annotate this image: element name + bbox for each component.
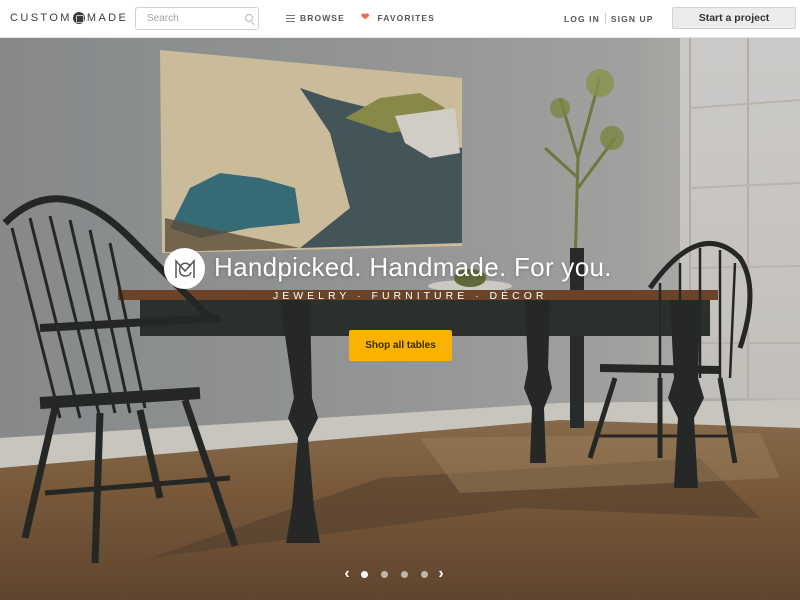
list-icon xyxy=(286,14,295,22)
carousel-dot-4[interactable] xyxy=(420,570,428,578)
hero-banner: Handpicked. Handmade. For you. JEWELRY ·… xyxy=(0,38,800,600)
carousel-dot-2[interactable] xyxy=(380,570,388,578)
favorites-label: FAVORITES xyxy=(377,13,435,23)
signup-link[interactable]: SIGN UP xyxy=(611,14,654,24)
browse-link[interactable]: BROWSE xyxy=(286,13,345,23)
browse-label: BROWSE xyxy=(300,13,345,23)
logo-text-custom: CUSTOM xyxy=(10,12,72,24)
auth-divider xyxy=(604,13,606,24)
top-navigation-bar: CUSTOM MADE BROWSE ❤ FAVORITES LOG IN SI… xyxy=(0,0,800,38)
search-box xyxy=(135,7,259,30)
start-project-button[interactable]: Start a project xyxy=(672,7,796,29)
chevron-left-icon[interactable]: ‹ xyxy=(340,566,354,582)
hero-content: Handpicked. Handmade. For you. JEWELRY ·… xyxy=(0,38,800,600)
heart-icon: ❤ xyxy=(361,12,371,23)
logo-mark-icon xyxy=(72,12,85,24)
login-link[interactable]: LOG IN xyxy=(564,14,600,24)
favorites-link[interactable]: ❤ FAVORITES xyxy=(361,12,435,24)
carousel-dot-3[interactable] xyxy=(400,570,408,578)
hero-headline: Handpicked. Handmade. For you. xyxy=(214,252,612,282)
shop-all-tables-button[interactable]: Shop all tables xyxy=(349,330,452,361)
carousel-dot-1[interactable] xyxy=(360,570,368,578)
monogram-icon xyxy=(174,258,195,278)
chevron-right-icon[interactable]: › xyxy=(434,566,448,582)
auth-links: LOG IN SIGN UP xyxy=(564,13,654,24)
hero-subline: JEWELRY · FURNITURE · DÉCOR xyxy=(273,290,548,302)
custommade-logo[interactable]: CUSTOM MADE xyxy=(10,12,128,24)
carousel-controls: ‹ › xyxy=(340,566,460,582)
monogram-badge xyxy=(164,248,205,289)
search-icon[interactable] xyxy=(245,14,253,22)
search-input[interactable] xyxy=(136,8,236,29)
logo-text-made: MADE xyxy=(86,12,129,24)
